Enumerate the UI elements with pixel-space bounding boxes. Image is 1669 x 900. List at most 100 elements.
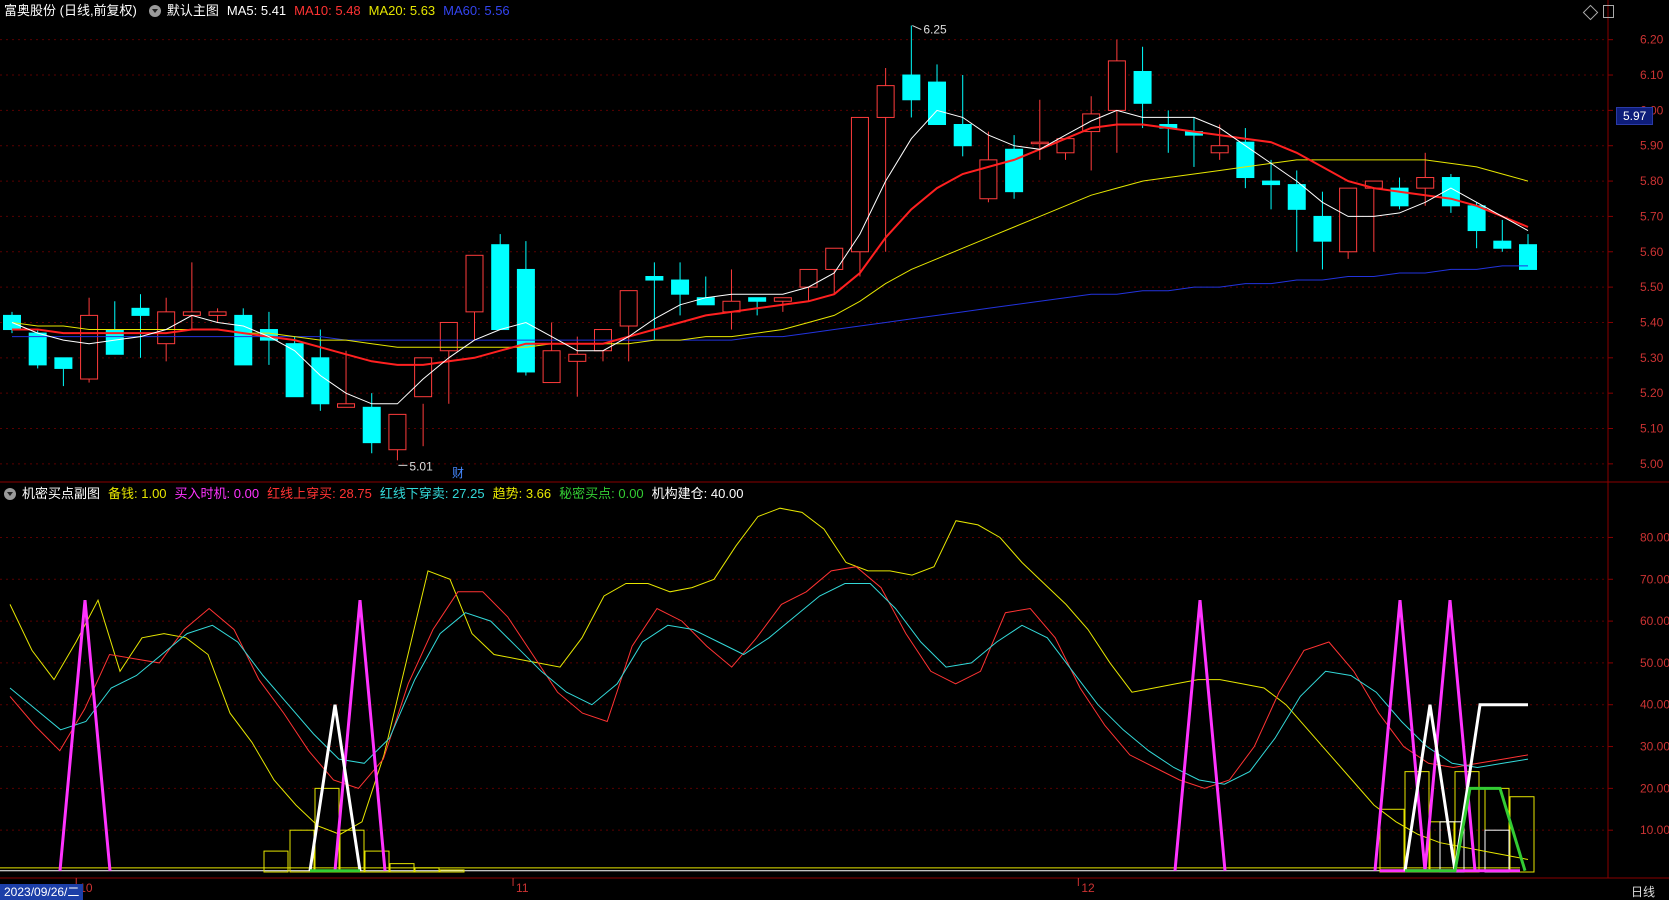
candle-body: [1416, 177, 1435, 189]
sub-tick-label: 40.00: [1640, 698, 1669, 712]
candle-body: [799, 268, 818, 288]
price-tick-label: 5.10: [1640, 422, 1664, 436]
sub-tick-label: 60.00: [1640, 614, 1669, 628]
sub-tick-label: 50.00: [1640, 656, 1669, 670]
candle: [1287, 170, 1306, 252]
candle: [362, 393, 381, 454]
last-price-tag: 5.97: [1616, 107, 1654, 125]
trend-bar: [263, 850, 289, 873]
candle-body: [3, 314, 21, 331]
sub-indicator-chart[interactable]: [0, 507, 1535, 873]
candle: [696, 276, 715, 306]
trend-line: [9, 507, 1529, 860]
candle-body: [645, 276, 664, 281]
candle-body: [465, 254, 484, 313]
candle: [1519, 234, 1537, 270]
candle-body: [773, 297, 792, 302]
sub-item-mmmd: 秘密买点: 0.00: [559, 486, 644, 501]
candle-body: [1005, 148, 1024, 193]
candle: [850, 116, 869, 277]
ma10-value: MA10: 5.48: [294, 3, 361, 18]
price-tick-label: 6.20: [1640, 33, 1664, 47]
price-tick-label: 5.70: [1640, 209, 1664, 223]
candle: [1339, 187, 1358, 259]
candle-body: [696, 297, 715, 306]
candle-body: [311, 357, 330, 405]
candle-body: [491, 244, 510, 331]
candle-body: [182, 311, 201, 316]
candle: [516, 241, 535, 376]
candle-body: [208, 311, 227, 316]
price-tick-label: 5.60: [1640, 245, 1664, 259]
sub-tick-label: 70.00: [1640, 572, 1669, 586]
sub-item-hxscm: 红线上穿买: 28.75: [267, 486, 372, 501]
candle: [593, 329, 612, 362]
candle-body: [1493, 240, 1512, 249]
sub-tick-label: 80.00: [1640, 530, 1669, 544]
candle: [1082, 96, 1101, 171]
finance-marker: 财: [452, 466, 464, 480]
candle: [799, 268, 818, 302]
dropdown-icon[interactable]: [148, 5, 161, 17]
ma20-value: MA20: 5.63: [368, 3, 436, 18]
candle-body: [748, 297, 767, 302]
candle-body: [1467, 205, 1486, 232]
stock-title[interactable]: 富奥股份 (日线,前复权): [4, 1, 137, 21]
candle-body: [1030, 141, 1049, 145]
candle-body: [1339, 187, 1358, 253]
candle: [285, 336, 304, 398]
price-axis: 6.206.106.005.905.805.705.605.505.405.30…: [79, 33, 1669, 895]
candle: [388, 413, 407, 461]
price-tick-label: 5.40: [1640, 315, 1664, 329]
main-indicator-name[interactable]: 默认主图: [167, 1, 219, 21]
candle: [722, 269, 741, 330]
candle-body: [1107, 60, 1126, 111]
candle-body: [1236, 141, 1255, 179]
sub-tick-label: 30.00: [1640, 740, 1669, 754]
month-label: 11: [516, 881, 529, 895]
candle: [1005, 135, 1024, 199]
ma60-value: MA60: 5.56: [443, 3, 510, 18]
candle: [671, 262, 690, 316]
candle-body: [362, 406, 381, 444]
sub-indicator-name[interactable]: 机密买点副图: [22, 484, 100, 504]
candle: [1210, 124, 1229, 160]
sub-header: 机密买点副图 备钱: 1.00 买入时机: 0.00 红线上穿买: 28.75 …: [0, 484, 751, 504]
candle-body: [1133, 70, 1152, 104]
candle-body: [285, 343, 304, 398]
month-label: 12: [1081, 881, 1095, 895]
candle-body: [54, 357, 73, 369]
chart-canvas[interactable]: 6.255.01财 6.206.106.005.905.805.705.605.…: [0, 0, 1669, 900]
maximize-icon[interactable]: [1603, 5, 1614, 18]
price-tick-label: 6.10: [1640, 68, 1664, 82]
candle: [1313, 191, 1332, 270]
chart-grid: [0, 0, 1669, 886]
ma5-value: MA5: 5.41: [226, 3, 287, 18]
period-label[interactable]: 日线: [1631, 884, 1655, 900]
candle: [491, 234, 510, 331]
candle: [465, 254, 484, 341]
candle: [568, 336, 587, 397]
price-tick-label: 5.20: [1640, 386, 1664, 400]
candle-body: [542, 350, 561, 384]
candle-body: [439, 321, 458, 352]
candle: [1441, 174, 1460, 213]
candle: [1184, 117, 1203, 167]
sub-item-hxxcm: 红线下穿卖: 27.25: [379, 486, 485, 501]
candle-body: [1313, 215, 1332, 242]
candle: [928, 64, 947, 126]
candle-body: [825, 247, 844, 270]
candle-body: [1287, 184, 1306, 210]
sub-item-bq: 备钱: 1.00: [108, 486, 167, 501]
candle-body: [131, 307, 150, 316]
candle: [1159, 110, 1178, 153]
candle: [337, 350, 356, 408]
candle-body: [1210, 145, 1229, 154]
main-header: 富奥股份 (日线,前复权) 默认主图 MA5: 5.41 MA10: 5.48 …: [0, 1, 518, 21]
red-buy-line: [9, 566, 1529, 789]
inst-build-spike: [308, 704, 362, 871]
candle: [902, 25, 921, 118]
candle-body: [850, 116, 869, 253]
candle: [105, 301, 124, 355]
dropdown-icon[interactable]: [4, 488, 16, 500]
